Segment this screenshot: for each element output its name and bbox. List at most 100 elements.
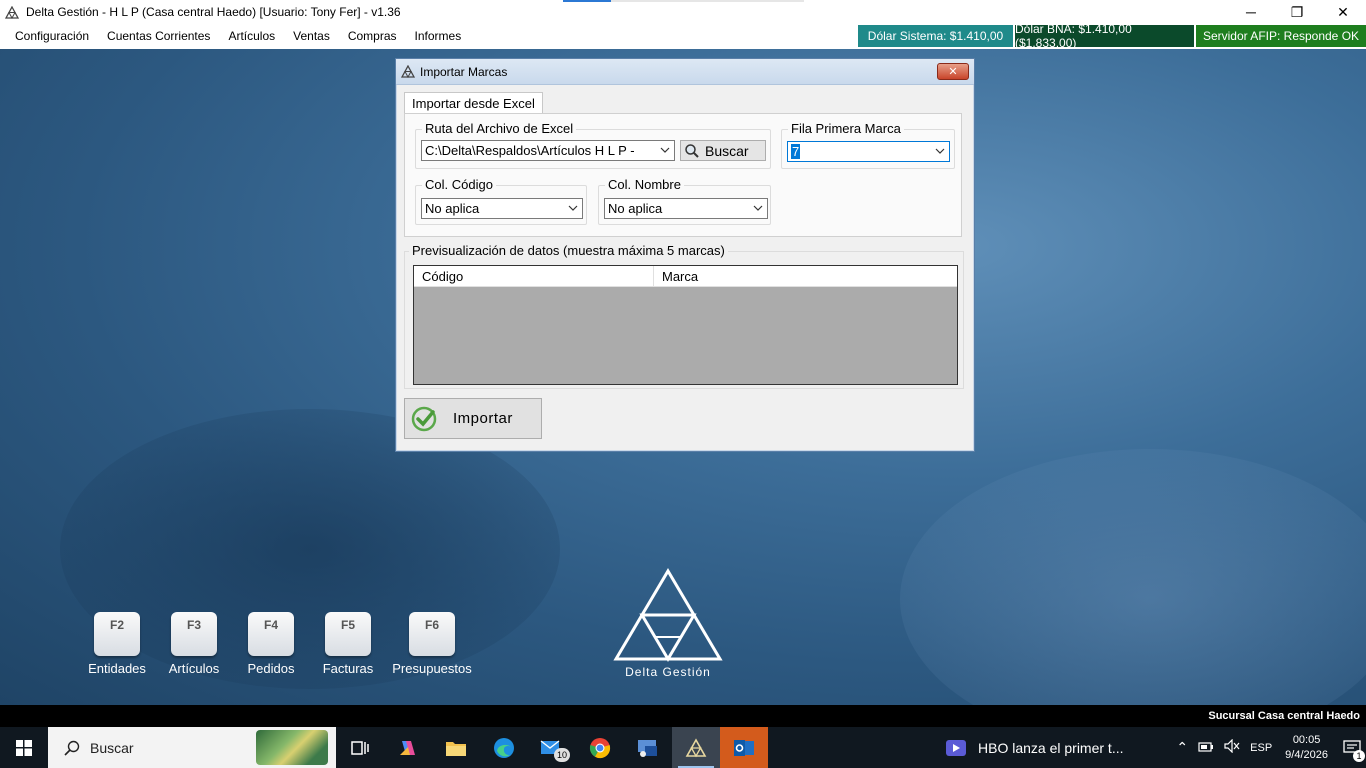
menu-informes[interactable]: Informes [406, 24, 471, 49]
f5-key-icon: F5 [325, 612, 371, 656]
ruta-combo[interactable]: C:\Delta\Respaldos\Artículos H L P - [421, 140, 675, 161]
menu-ventas[interactable]: Ventas [284, 24, 339, 49]
notification-center-button[interactable]: 1 [1338, 727, 1366, 768]
taskbar-search[interactable]: Buscar [48, 727, 336, 768]
col-codigo-label: Col. Código [422, 177, 496, 192]
close-window-button[interactable]: ✕ [1320, 0, 1366, 24]
window-title: Delta Gestión - H L P (Casa central Haed… [26, 5, 401, 19]
buscar-button[interactable]: Buscar [680, 140, 766, 161]
column-header-marca[interactable]: Marca [654, 266, 698, 286]
preview-label: Previsualización de datos (muestra máxim… [409, 243, 728, 258]
tab-importar-excel[interactable]: Importar desde Excel [404, 92, 543, 114]
windows-icon [16, 739, 32, 756]
delta-triangle-icon [613, 568, 723, 662]
col-nombre-combo[interactable]: No aplica [604, 198, 768, 219]
edge-browser-icon [494, 737, 514, 758]
search-placeholder: Buscar [90, 739, 134, 756]
importar-button[interactable]: Importar [404, 398, 542, 439]
dolar-bna-status[interactable]: Dólar BNA: $1.410,00 ($1.833,00) [1015, 22, 1194, 50]
menu-cuentas-corrientes[interactable]: Cuentas Corrientes [98, 24, 219, 49]
window-titlebar: Delta Gestión - H L P (Casa central Haed… [0, 0, 1366, 24]
menu-configuracion[interactable]: Configuración [6, 24, 98, 49]
video-icon [946, 739, 966, 756]
column-header-codigo[interactable]: Código [414, 266, 654, 286]
clock-date: 9/4/2026 [1285, 748, 1328, 761]
chevron-up-icon[interactable]: ⌃ [1176, 739, 1188, 756]
fila-primera-marca-combo[interactable]: 7 [787, 141, 950, 162]
checkmark-icon [411, 406, 437, 431]
mail-badge: 10 [554, 748, 570, 762]
f6-key-icon: F6 [409, 612, 455, 656]
menu-articulos[interactable]: Artículos [219, 24, 284, 49]
outlook-button[interactable] [720, 727, 768, 768]
chrome-button[interactable] [576, 727, 624, 768]
shortcut-articulos[interactable]: F3 Artículos [154, 612, 234, 676]
menu-compras[interactable]: Compras [339, 24, 406, 49]
delta-logo-icon [400, 64, 416, 80]
chevron-down-icon [753, 205, 763, 211]
minimize-button[interactable]: ─ [1228, 0, 1274, 24]
remote-app-button[interactable] [624, 727, 672, 768]
news-widget[interactable]: HBO lanza el primer t... [946, 727, 1124, 768]
ruta-value: C:\Delta\Respaldos\Artículos H L P - [425, 143, 635, 158]
dialog-titlebar: Importar Marcas [396, 59, 974, 85]
task-view-icon [351, 740, 369, 755]
col-codigo-group: Col. Código No aplica [415, 177, 587, 225]
search-highlight-image [256, 730, 328, 765]
f2-key-icon: F2 [94, 612, 140, 656]
notification-count: 1 [1353, 750, 1365, 762]
news-headline: HBO lanza el primer t... [978, 739, 1124, 756]
sucursal-bar: Sucursal Casa central Haedo [0, 705, 1366, 727]
tab-panel: Ruta del Archivo de Excel C:\Delta\Respa… [404, 113, 962, 237]
chrome-icon [589, 737, 611, 758]
col-nombre-value: No aplica [608, 201, 663, 216]
file-explorer-button[interactable] [432, 727, 480, 768]
grid-header: Código Marca [414, 266, 957, 287]
task-view-button[interactable] [336, 727, 384, 768]
language-indicator[interactable]: ESP [1250, 742, 1272, 754]
titlebar-accent-secondary [611, 0, 804, 2]
dialog-title: Importar Marcas [420, 64, 508, 79]
shortcut-label: Facturas [322, 661, 374, 676]
clock[interactable]: 00:05 9/4/2026 [1285, 733, 1328, 763]
battery-icon[interactable] [1198, 740, 1214, 756]
shortcut-facturas[interactable]: F5 Facturas [308, 612, 388, 676]
shortcut-presupuestos[interactable]: F6 Presupuestos [392, 612, 472, 676]
remote-desktop-icon [638, 739, 657, 757]
col-nombre-label: Col. Nombre [605, 177, 684, 192]
edge-button[interactable] [480, 727, 528, 768]
buscar-label: Buscar [705, 142, 749, 159]
chevron-down-icon [660, 147, 670, 153]
delta-logo-icon [4, 4, 20, 20]
shortcut-entidades[interactable]: F2 Entidades [77, 612, 157, 676]
copilot-button[interactable] [384, 727, 432, 768]
chevron-down-icon [568, 205, 578, 211]
volume-muted-icon[interactable] [1224, 738, 1240, 756]
f3-key-icon: F3 [171, 612, 217, 656]
logo-text: Delta Gestión [625, 665, 711, 679]
shortcut-label: Entidades [88, 661, 146, 676]
dialog-close-button[interactable]: ✕ [937, 63, 969, 80]
importar-label: Importar [453, 410, 513, 427]
search-icon [685, 143, 699, 158]
col-codigo-combo[interactable]: No aplica [421, 198, 583, 219]
servidor-afip-status[interactable]: Servidor AFIP: Responde OK [1196, 25, 1366, 47]
delta-gestion-taskbar-button[interactable] [672, 727, 720, 768]
copilot-icon [400, 740, 415, 755]
shortcut-label: Artículos [168, 661, 220, 676]
shortcut-label: Presupuestos [392, 661, 472, 676]
search-icon [64, 740, 80, 756]
delta-logo-icon [685, 737, 707, 757]
preview-grid[interactable]: Código Marca [413, 265, 958, 385]
fila-label: Fila Primera Marca [788, 121, 904, 136]
mail-button[interactable]: 10 [528, 727, 576, 768]
clock-time: 00:05 [1292, 733, 1321, 746]
system-tray: ⌃ ESP 00:05 9/4/2026 1 [1171, 727, 1366, 768]
restore-button[interactable]: ❐ [1274, 0, 1320, 24]
start-button[interactable] [0, 727, 48, 768]
folder-icon [446, 741, 466, 756]
dolar-sistema-status[interactable]: Dólar Sistema: $1.410,00 [858, 25, 1013, 47]
taskbar: Buscar 10 HBO lanza el primer t... ⌃ ESP… [0, 727, 1366, 768]
shortcut-pedidos[interactable]: F4 Pedidos [231, 612, 311, 676]
preview-group: Previsualización de datos (muestra máxim… [404, 243, 964, 389]
